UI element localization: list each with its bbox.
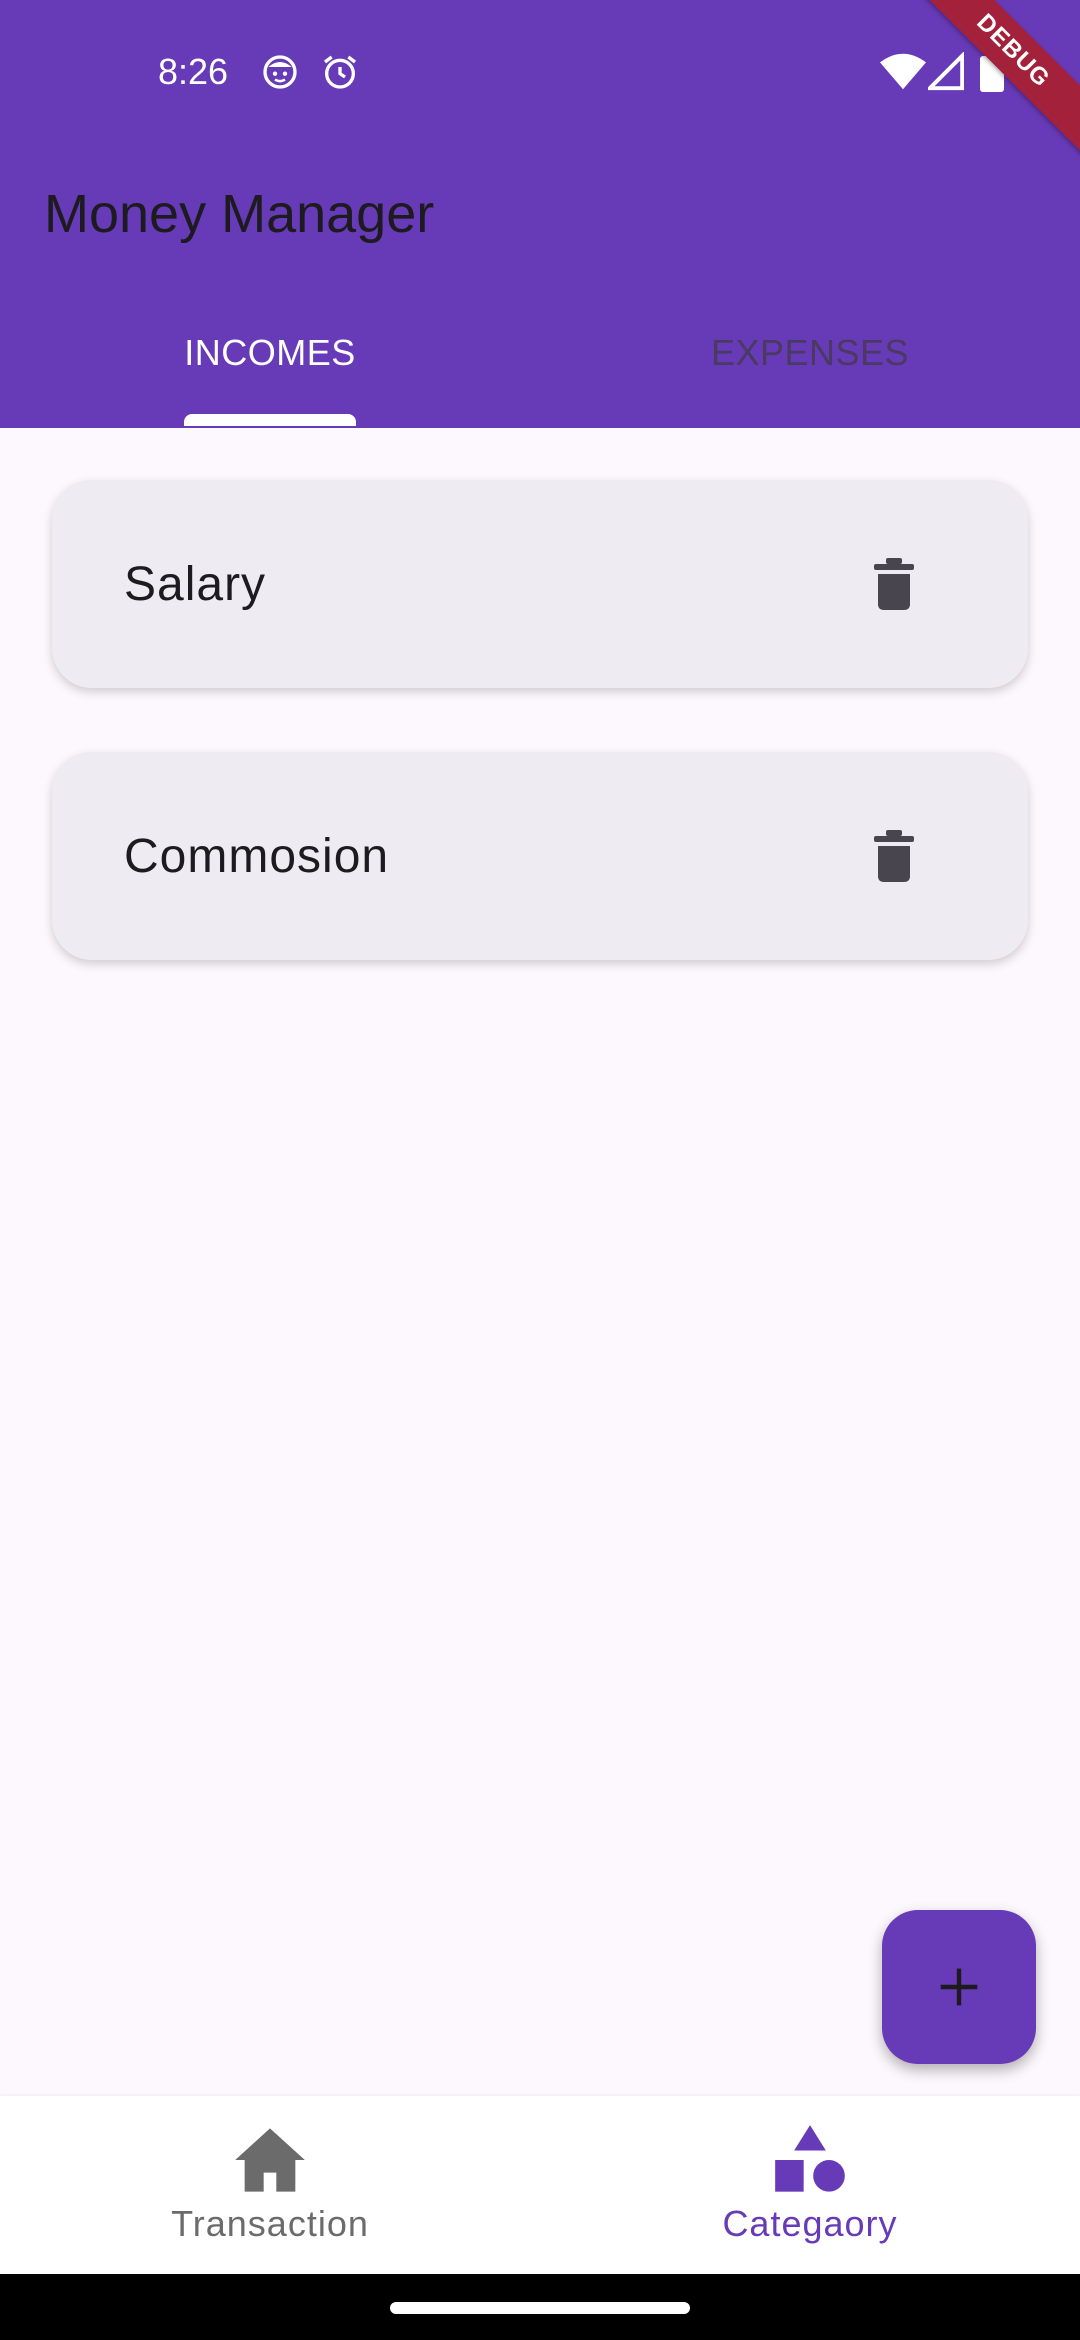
tab-incomes[interactable]: INCOMES xyxy=(0,300,540,406)
category-name: Salary xyxy=(124,557,267,611)
delete-button[interactable] xyxy=(870,828,918,884)
delete-icon xyxy=(874,830,914,882)
face-notification-icon xyxy=(263,55,297,89)
plus-icon xyxy=(940,1968,978,2006)
nav-item-transaction[interactable]: Transaction xyxy=(0,2096,540,2274)
tab-indicator xyxy=(184,414,356,426)
wifi-icon xyxy=(880,53,926,90)
add-category-button[interactable] xyxy=(882,1910,1036,2064)
alarm-icon xyxy=(324,55,356,89)
nav-label-transaction: Transaction xyxy=(171,2203,369,2244)
bottom-navigation: Transaction Categaory xyxy=(0,2096,1080,2274)
signal-icon xyxy=(928,52,964,91)
gesture-handle[interactable] xyxy=(390,2302,690,2314)
nav-item-category[interactable]: Categaory xyxy=(540,2096,1080,2274)
delete-button[interactable] xyxy=(870,556,918,612)
list-item[interactable]: Salary xyxy=(52,480,1028,688)
app-bar: 8:26 DEBUG Money Manager INCOMES EXPENSE… xyxy=(0,0,1080,428)
screen: 8:26 DEBUG Money Manager INCOMES EXPENSE… xyxy=(0,0,1080,2340)
page-title: Money Manager xyxy=(44,184,435,244)
tab-bar: INCOMES EXPENSES xyxy=(0,300,1080,428)
list-item[interactable]: Commosion xyxy=(52,752,1028,960)
category-shapes-icon xyxy=(775,2125,845,2192)
category-list: Salary Commosion xyxy=(52,480,1028,1024)
status-time: 8:26 xyxy=(158,51,229,92)
nav-label-category: Categaory xyxy=(722,2203,898,2244)
tab-expenses[interactable]: EXPENSES xyxy=(540,300,1080,406)
status-bar: 8:26 xyxy=(0,0,1080,140)
category-name: Commosion xyxy=(124,829,390,883)
delete-icon xyxy=(874,558,914,610)
home-icon xyxy=(235,2128,305,2192)
